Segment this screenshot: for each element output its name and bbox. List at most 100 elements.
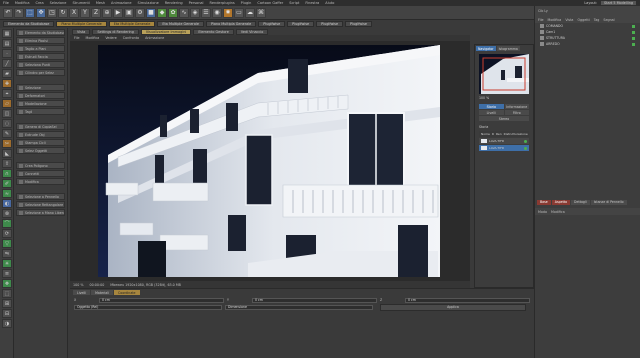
z-axis-icon[interactable]: Z (91, 7, 101, 18)
visibility-check-icon[interactable] (632, 30, 635, 34)
attr-menu-mode[interactable]: Modo (538, 210, 547, 214)
brush-icon[interactable]: ✐ (2, 179, 12, 188)
om-menu-edit[interactable]: Modifica (548, 18, 562, 22)
command-item[interactable]: Seleziona Punti (16, 61, 65, 68)
tab-navigator[interactable]: Navigator (476, 46, 496, 51)
viewer-menu-view[interactable]: Vedere (105, 36, 116, 40)
render-picture-icon[interactable]: ▣ (124, 7, 134, 18)
snap-icon[interactable]: ⌖ (2, 89, 12, 98)
viewer-menu-file[interactable]: File (74, 36, 80, 40)
command-item[interactable]: Selezione (16, 84, 65, 91)
camera-icon[interactable]: ◉ (212, 7, 222, 18)
command-item[interactable]: Elimina Pbolsi (16, 37, 65, 44)
bridge-icon[interactable]: ⌒ (2, 219, 12, 228)
cube-icon[interactable]: ■ (146, 7, 156, 18)
live-select-icon[interactable]: ⬚ (25, 7, 35, 18)
floor-icon[interactable]: ▭ (234, 7, 244, 18)
tab-favorite-6[interactable]: Pluglfwise (258, 21, 286, 27)
coord-y-field[interactable]: 0 cm (252, 297, 377, 303)
menu-item-edit[interactable]: Modifica (15, 1, 30, 5)
tab-picture-viewer[interactable]: Visualizzatore Immagini (140, 28, 192, 35)
visibility-check-icon[interactable] (632, 36, 635, 40)
tweak-icon[interactable]: ✎ (2, 129, 12, 138)
layout-value[interactable]: Start 5 Modelling (601, 1, 636, 5)
layers-button[interactable]: Livelli (479, 110, 504, 115)
lock-icon[interactable]: ◫ (2, 109, 12, 118)
smooth-icon[interactable]: ≈ (2, 189, 12, 198)
tab-favorite-1[interactable]: Elemento da Studiobase (3, 21, 55, 27)
command-item[interactable]: Genera di CopiaSel (16, 123, 65, 130)
stitch-icon[interactable]: ✳ (2, 259, 12, 268)
coord-x-field[interactable]: 0 cm (99, 297, 224, 303)
loop-icon[interactable]: ⟳ (2, 229, 12, 238)
menu-item-select[interactable]: Selezione (50, 1, 67, 5)
coord-system-icon[interactable]: ⊕ (102, 7, 112, 18)
navigator-thumbnail[interactable] (479, 54, 529, 94)
size-dropdown[interactable]: Dimensione (225, 304, 373, 310)
tab-favorite-7[interactable]: Pluglfwise (287, 21, 315, 27)
stereo-button[interactable]: Stereo (479, 116, 529, 121)
visibility-check-icon[interactable] (632, 42, 635, 46)
tab-favorite-3[interactable]: Eta Multiple Generale (108, 21, 156, 27)
apply-button[interactable]: Applica (380, 303, 526, 311)
command-item[interactable]: Modifica (16, 178, 65, 185)
command-item[interactable]: Deformatori (16, 92, 65, 99)
spline-icon[interactable]: ∿ (179, 7, 189, 18)
mode-dropdown[interactable]: Oggetto (Rel) (74, 304, 222, 310)
command-item[interactable]: Taglio a Piani (16, 45, 65, 52)
command-item[interactable]: Tagli (16, 108, 65, 115)
menu-item-cartoon[interactable]: Cartoon Gaffer (257, 1, 283, 5)
viewer-menu-compare[interactable]: Confronta (123, 36, 139, 40)
mirror-icon[interactable]: ⇋ (2, 249, 12, 258)
history-entry[interactable]: LAVA.TIFD (479, 145, 529, 151)
tab-favorite-5[interactable]: Piano Multipla Generale (205, 21, 257, 27)
menu-item-mesh[interactable]: Mesh (96, 1, 105, 5)
command-item[interactable]: Stampa Cicli (16, 139, 65, 146)
menu-item-help[interactable]: Aiuto (325, 1, 334, 5)
om-menu-view[interactable]: Vista (565, 18, 573, 22)
history-entry[interactable]: LAVA.TIFD (479, 138, 529, 144)
command-item[interactable]: Crea Poligono (16, 162, 65, 169)
menu-item-renderplugins[interactable]: Renderplugins (210, 1, 235, 5)
sculpt-icon[interactable]: ◐ (2, 199, 12, 208)
tab-element-manager[interactable]: Elemento Gestore (193, 28, 234, 35)
coord-z-field[interactable]: 0 cm (405, 297, 530, 303)
menu-item-rendering[interactable]: Rendering (165, 1, 183, 5)
menu-item-create[interactable]: Crea (36, 1, 44, 5)
command-item[interactable]: Selezione a Mano Libera (16, 209, 65, 216)
selection-icon[interactable]: ⬚ (2, 289, 12, 298)
om-menu-objects[interactable]: Oggetti (577, 18, 589, 22)
tab-favorite-8[interactable]: Pluglfwise (316, 21, 344, 27)
points-mode-icon[interactable]: · (2, 49, 12, 58)
tab-extra[interactable]: Vedi Vinaccio (235, 28, 269, 35)
knife-icon[interactable]: ✂ (2, 139, 12, 148)
tab-histogram[interactable]: Istogramma (496, 46, 520, 51)
scene-icon[interactable]: ☰ (201, 7, 211, 18)
texture-mode-icon[interactable]: ▤ (2, 39, 12, 48)
undo-icon[interactable]: ↶ (3, 7, 13, 18)
navigator-zoom[interactable]: 100 % (475, 96, 533, 100)
menu-item-window[interactable]: Finestra (305, 1, 319, 5)
tab-basic[interactable]: Base (537, 199, 551, 205)
tab-favorite-9[interactable]: Pluglfwise (345, 21, 372, 27)
deformer-icon[interactable]: ◈ (190, 7, 200, 18)
polygons-mode-icon[interactable]: ▰ (2, 69, 12, 78)
command-item[interactable]: Extrude Obj (16, 131, 65, 138)
command-item[interactable]: Selezione a Pennello (16, 193, 65, 200)
shrink-icon[interactable]: ⊟ (2, 309, 12, 318)
magnet-icon[interactable]: ∩ (2, 169, 12, 178)
om-menu-tags[interactable]: Tag (594, 18, 600, 22)
command-item[interactable]: Elemento da Studiobase (16, 29, 65, 36)
menu-item-personal[interactable]: Personal (189, 1, 204, 5)
history-button[interactable]: Storia (479, 104, 504, 109)
model-mode-icon[interactable]: ▦ (2, 29, 12, 38)
extrude-icon[interactable]: ⇧ (2, 159, 12, 168)
menu-item-script[interactable]: Script (289, 1, 299, 5)
redo-icon[interactable]: ↷ (14, 7, 24, 18)
tab-view[interactable]: Vista (72, 28, 91, 35)
command-item[interactable]: Cilindro per Selez (16, 69, 65, 76)
axis-mode-icon[interactable]: ✚ (2, 79, 12, 88)
y-axis-icon[interactable]: Y (80, 7, 90, 18)
move-icon[interactable]: ✥ (36, 7, 46, 18)
menu-item-animation[interactable]: Animazione (111, 1, 131, 5)
